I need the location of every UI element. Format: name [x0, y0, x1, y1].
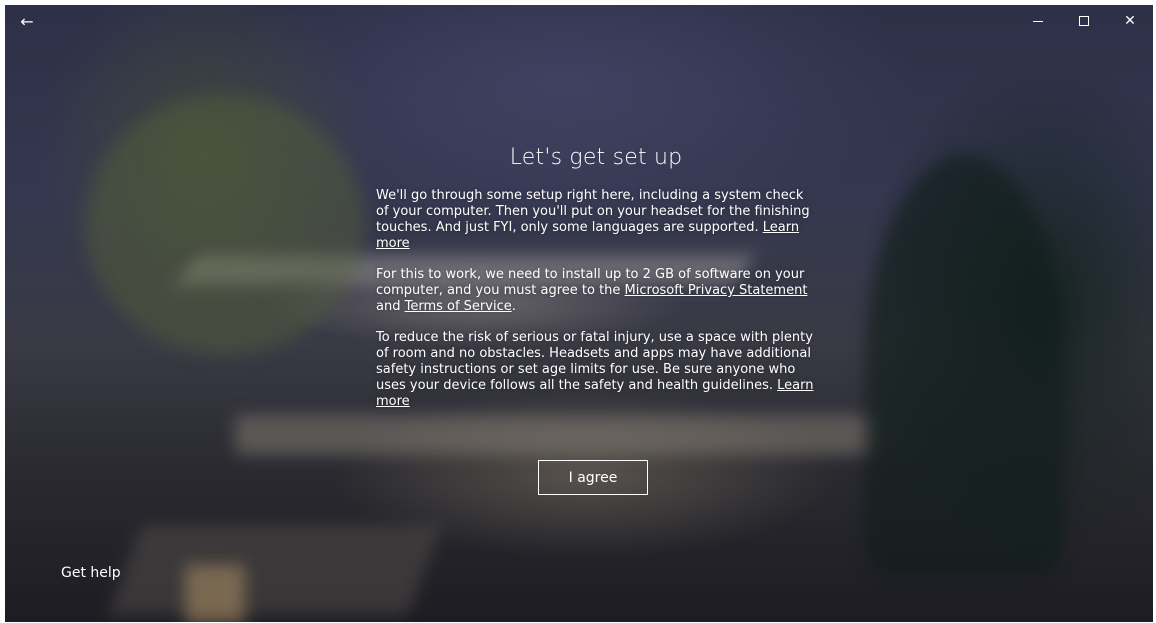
setup-description-paragraph: We'll go through some setup right here, …: [376, 188, 816, 252]
maximize-icon: [1079, 16, 1089, 26]
safety-warning-paragraph: To reduce the risk of serious or fatal i…: [376, 330, 816, 410]
install-agreement-period: .: [511, 299, 516, 314]
terms-of-service-link[interactable]: Terms of Service: [405, 299, 512, 314]
title-bar: ← ✕: [5, 5, 1153, 37]
setup-description-text: We'll go through some setup right here, …: [376, 188, 810, 235]
close-button[interactable]: ✕: [1107, 5, 1153, 37]
i-agree-button[interactable]: I agree: [538, 460, 648, 495]
close-icon: ✕: [1124, 13, 1136, 29]
safety-warning-text: To reduce the risk of serious or fatal i…: [376, 330, 813, 393]
get-help-link[interactable]: Get help: [61, 565, 121, 581]
setup-window: ← ✕ Let's get set up We'll go through so…: [5, 5, 1153, 622]
back-button[interactable]: ←: [5, 5, 49, 37]
page-title: Let's get set up: [509, 145, 683, 170]
privacy-statement-link[interactable]: Microsoft Privacy Statement: [625, 283, 808, 298]
setup-content: Let's get set up We'll go through some s…: [376, 145, 816, 425]
background-scene-light: [185, 565, 245, 622]
back-arrow-icon: ←: [20, 11, 34, 31]
install-agreement-paragraph: For this to work, we need to install up …: [376, 267, 816, 315]
install-agreement-and-text: and: [376, 299, 405, 314]
maximize-button[interactable]: [1061, 5, 1107, 37]
background-scene-tree: [85, 95, 365, 355]
background-scene-pine-tree: [865, 155, 1065, 575]
minimize-icon: [1033, 20, 1043, 22]
window-controls: ✕: [1015, 5, 1153, 37]
minimize-button[interactable]: [1015, 5, 1061, 37]
background-scene-stairs: [108, 525, 442, 615]
